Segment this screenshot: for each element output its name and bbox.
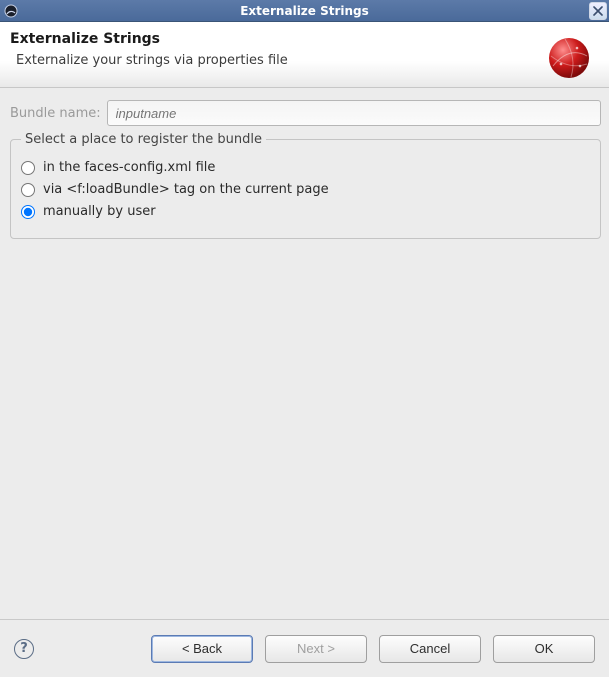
page-title: Externalize Strings <box>10 31 595 47</box>
close-button[interactable] <box>589 2 607 20</box>
dialog-body: Bundle name: Select a place to register … <box>0 88 609 239</box>
wizard-banner-icon <box>547 36 591 80</box>
back-button[interactable]: < Back <box>151 635 253 663</box>
bundle-name-input[interactable] <box>107 100 601 126</box>
radio-label: manually by user <box>43 204 156 219</box>
bundle-name-row: Bundle name: <box>10 100 601 126</box>
radio-label: in the faces-config.xml file <box>43 160 215 175</box>
radio-manual[interactable] <box>21 205 35 219</box>
app-icon <box>2 2 20 20</box>
ok-button[interactable]: OK <box>493 635 595 663</box>
bundle-name-label: Bundle name: <box>10 106 101 121</box>
window-title: Externalize Strings <box>24 4 585 18</box>
window-titlebar: Externalize Strings <box>0 0 609 22</box>
close-icon <box>593 6 603 16</box>
dialog-footer: ? < Back Next > Cancel OK <box>0 619 609 677</box>
radio-label: via <f:loadBundle> tag on the current pa… <box>43 182 329 197</box>
radio-loadbundle[interactable] <box>21 183 35 197</box>
help-icon[interactable]: ? <box>14 639 34 659</box>
page-subtitle: Externalize your strings via properties … <box>16 53 595 68</box>
cancel-button[interactable]: Cancel <box>379 635 481 663</box>
radio-option-faces-config[interactable]: in the faces-config.xml file <box>21 160 590 175</box>
radio-faces-config[interactable] <box>21 161 35 175</box>
register-place-group: Select a place to register the bundle in… <box>10 132 601 239</box>
dialog-header: Externalize Strings Externalize your str… <box>0 22 609 88</box>
next-button: Next > <box>265 635 367 663</box>
group-legend: Select a place to register the bundle <box>21 132 266 147</box>
radio-option-loadbundle[interactable]: via <f:loadBundle> tag on the current pa… <box>21 182 590 197</box>
radio-option-manual[interactable]: manually by user <box>21 204 590 219</box>
